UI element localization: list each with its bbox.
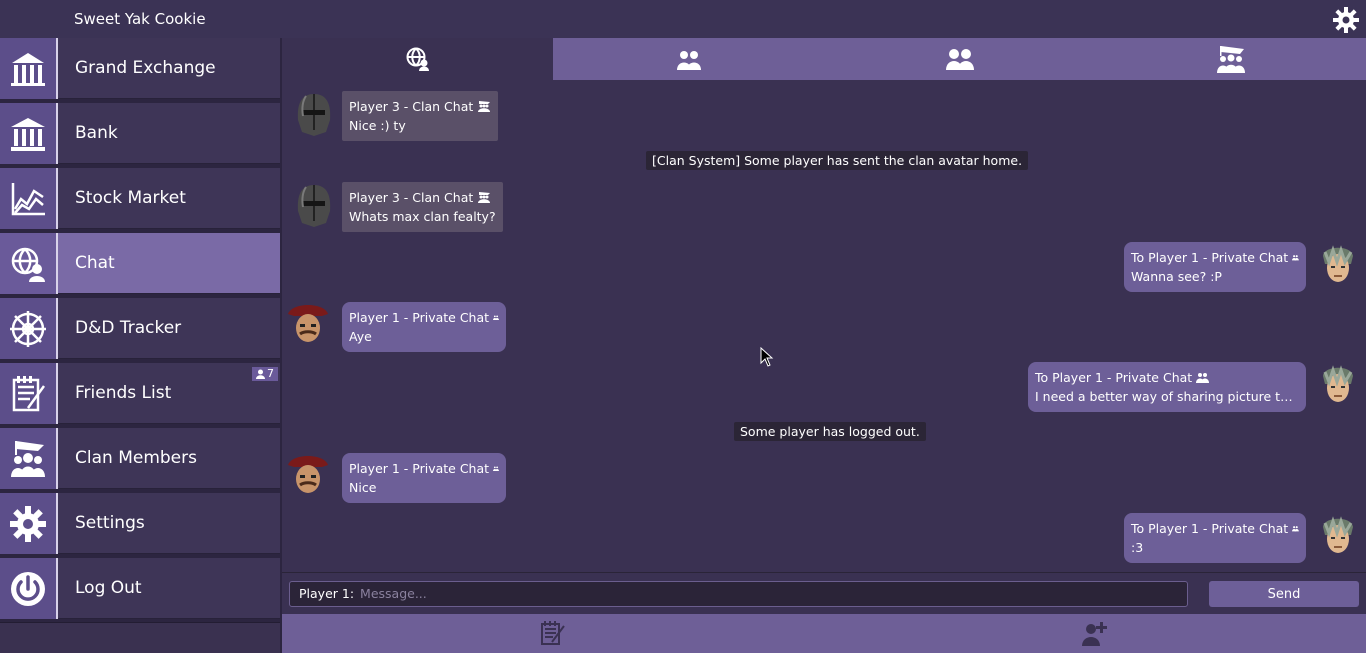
helmet-avatar-icon — [297, 185, 331, 227]
clan-icon — [1216, 46, 1245, 73]
recipient-label: Player 1: — [299, 586, 355, 601]
chat-message: Player 1 - Private Chat Aye — [342, 302, 506, 352]
chat-message: Player 3 - Clan Chat Nice :) ty — [342, 91, 499, 141]
mouse-cursor-icon — [760, 347, 774, 367]
bottom-toolbar — [282, 614, 1366, 653]
clan-flag-icon — [11, 440, 45, 477]
sidebar-item-grand-exchange[interactable]: Grand Exchange — [0, 38, 280, 99]
sidebar-item-log-out[interactable]: Log Out — [0, 558, 280, 619]
pirate-avatar-icon — [288, 456, 328, 493]
chat-globe-icon — [11, 247, 45, 282]
sidebar-footer — [0, 622, 280, 653]
sidebar-item-dnd-tracker[interactable]: D&D Tracker — [0, 298, 280, 359]
chat-message: Player 3 - Clan Chat Whats max clan feal… — [342, 182, 503, 232]
sidebar-item-stock-market[interactable]: Stock Market — [0, 168, 280, 229]
chat-log[interactable]: Player 3 - Clan Chat Nice :) ty [Clan Sy… — [282, 80, 1366, 570]
sidebar: Grand Exchange Bank Stock Market Chat D&… — [0, 38, 282, 653]
globe-user-icon — [406, 47, 429, 71]
tab-public-chat[interactable] — [282, 38, 553, 80]
chat-tabs — [282, 38, 1366, 80]
gear-icon[interactable] — [1332, 6, 1360, 34]
friends-icon — [1196, 373, 1210, 383]
send-button[interactable]: Send — [1209, 581, 1359, 607]
chat-message: To Player 1 - Private Chat :3 — [1124, 513, 1306, 563]
bank-icon — [11, 117, 45, 151]
friends-count-badge: 7 — [252, 367, 278, 381]
power-icon — [11, 571, 45, 606]
friends-icon — [493, 466, 499, 472]
message-placeholder: Message... — [360, 586, 427, 601]
sidebar-item-clan-members[interactable]: Clan Members — [0, 428, 280, 489]
player-avatar-icon — [1323, 245, 1353, 282]
sidebar-item-settings[interactable]: Settings — [0, 493, 280, 554]
friends-icon — [493, 315, 499, 321]
tab-private-chat[interactable] — [553, 38, 824, 80]
sidebar-item-bank[interactable]: Bank — [0, 103, 280, 164]
chat-message: Player 1 - Private Chat Nice — [342, 453, 506, 503]
pirate-avatar-icon — [288, 305, 328, 342]
notes-icon[interactable] — [539, 620, 567, 646]
friends-icon — [1292, 526, 1299, 532]
tab-friends-chat[interactable] — [824, 38, 1095, 80]
system-message: [Clan System] Some player has sent the c… — [646, 151, 1029, 170]
stock-chart-icon — [11, 182, 45, 215]
grand-exchange-icon — [11, 52, 45, 86]
player-avatar-icon — [1323, 365, 1353, 402]
player-avatar-icon — [1323, 516, 1353, 553]
person-icon — [256, 369, 265, 379]
ship-wheel-icon — [10, 310, 46, 347]
app-title: Sweet Yak Cookie — [74, 10, 206, 28]
clan-icon — [478, 101, 491, 112]
friends-icon — [1292, 255, 1299, 261]
notepad-icon — [12, 375, 46, 411]
chat-message: To Player 1 - Private Chat Wanna see? :P — [1124, 242, 1306, 292]
sidebar-item-chat[interactable]: Chat — [0, 233, 280, 294]
system-message: Some player has logged out. — [734, 422, 926, 441]
title-bar: Sweet Yak Cookie — [0, 0, 1366, 38]
group-icon — [945, 49, 974, 70]
message-input[interactable]: Player 1: Message... — [289, 581, 1188, 607]
gear-icon — [10, 505, 46, 542]
chat-message: To Player 1 - Private Chat I need a bett… — [1028, 362, 1306, 412]
add-friend-icon[interactable] — [1080, 620, 1108, 646]
sidebar-item-friends-list[interactable]: Friends List 7 — [0, 363, 280, 424]
clan-icon — [478, 192, 491, 203]
tab-clan-chat[interactable] — [1095, 38, 1366, 80]
friends-icon — [676, 51, 701, 70]
helmet-avatar-icon — [297, 94, 331, 136]
message-bar: Player 1: Message... Send — [282, 572, 1366, 614]
